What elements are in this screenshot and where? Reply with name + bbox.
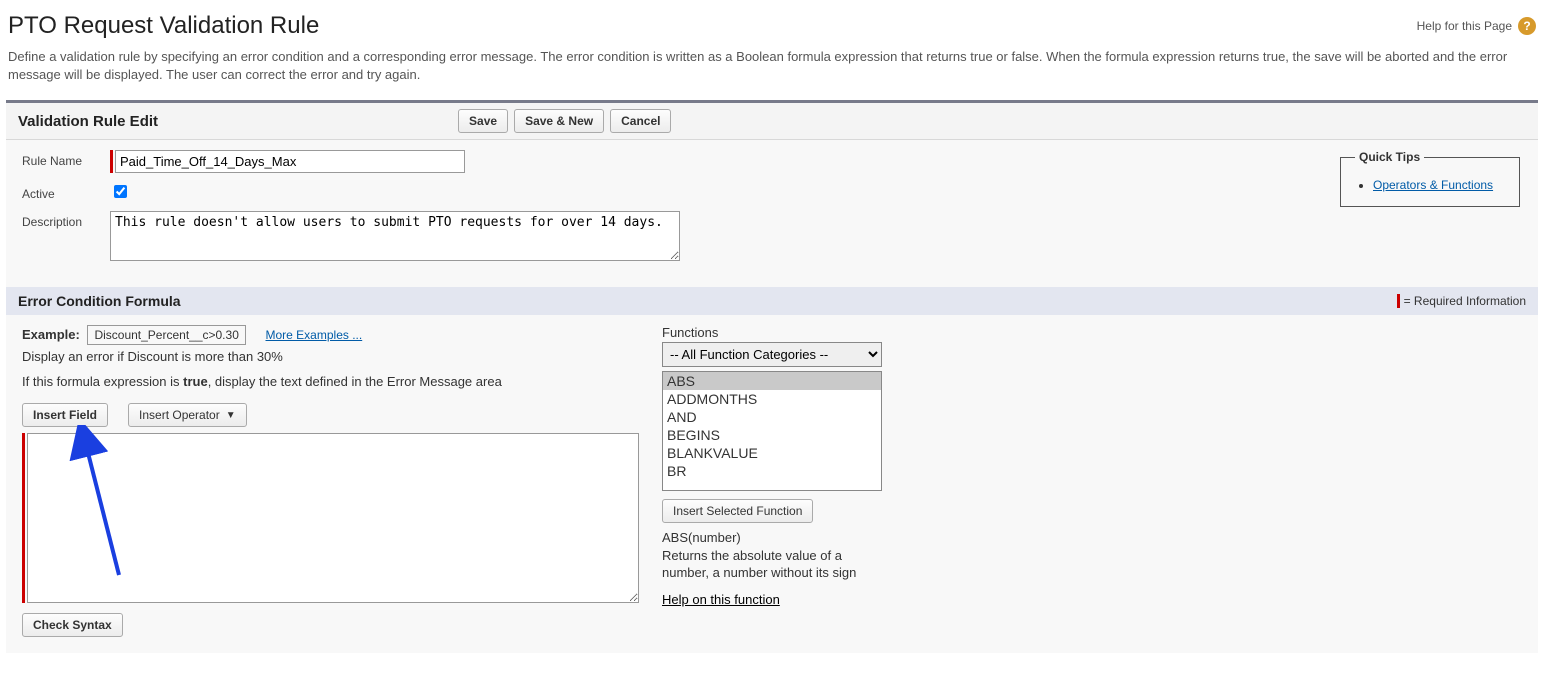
description-label: Description (22, 211, 110, 229)
check-syntax-button[interactable]: Check Syntax (22, 613, 123, 637)
cancel-button[interactable]: Cancel (610, 109, 671, 133)
function-listbox[interactable]: ABS ADDMONTHS AND BEGINS BLANKVALUE BR (662, 371, 882, 491)
help-for-page-link[interactable]: Help for this Page ? (1417, 17, 1536, 35)
required-indicator (110, 150, 113, 173)
formula-textarea[interactable] (27, 433, 639, 603)
description-textarea[interactable]: This rule doesn't allow users to submit … (110, 211, 680, 261)
help-for-page-label: Help for this Page (1417, 19, 1512, 33)
function-item-abs[interactable]: ABS (663, 372, 881, 390)
example-label: Example: (22, 327, 80, 342)
save-button[interactable]: Save (458, 109, 508, 133)
required-information-text: = Required Information (1404, 294, 1526, 308)
rule-name-input[interactable] (115, 150, 465, 173)
formula-section-title: Error Condition Formula (18, 293, 181, 309)
function-signature: ABS(number) (662, 529, 872, 547)
active-checkbox[interactable] (114, 185, 127, 198)
required-indicator (22, 433, 25, 603)
expression-help-post: , display the text defined in the Error … (208, 374, 502, 389)
quick-tips-title: Quick Tips (1355, 150, 1424, 164)
active-label: Active (22, 183, 110, 201)
chevron-down-icon: ▼ (226, 410, 236, 421)
function-item-and[interactable]: AND (663, 408, 881, 426)
intro-text: Define a validation rule by specifying a… (0, 44, 1544, 100)
save-and-new-button[interactable]: Save & New (514, 109, 604, 133)
function-item-br[interactable]: BR (663, 462, 881, 480)
required-information-legend: = Required Information (1397, 294, 1526, 308)
expression-help-pre: If this formula expression is (22, 374, 183, 389)
edit-section-title: Validation Rule Edit (18, 113, 158, 130)
help-icon: ? (1518, 17, 1536, 35)
more-examples-link[interactable]: More Examples ... (266, 328, 363, 342)
expression-help-bold: true (183, 374, 208, 389)
function-item-begins[interactable]: BEGINS (663, 426, 881, 444)
required-mark-icon (1397, 294, 1400, 308)
insert-selected-function-button[interactable]: Insert Selected Function (662, 499, 813, 523)
function-description: Returns the absolute value of a number, … (662, 547, 872, 582)
insert-operator-dropdown[interactable]: Insert Operator ▼ (128, 403, 247, 427)
function-item-addmonths[interactable]: ADDMONTHS (663, 390, 881, 408)
help-on-function-link[interactable]: Help on this function (662, 592, 780, 607)
function-item-blankvalue[interactable]: BLANKVALUE (663, 444, 881, 462)
function-category-select[interactable]: -- All Function Categories -- (662, 342, 882, 367)
insert-operator-label: Insert Operator (139, 408, 220, 422)
rule-name-label: Rule Name (22, 150, 110, 168)
quick-tips-box: Quick Tips Operators & Functions (1340, 150, 1520, 207)
operators-functions-link[interactable]: Operators & Functions (1373, 178, 1493, 192)
example-code: Discount_Percent__c>0.30 (87, 325, 245, 345)
example-hint: Display an error if Discount is more tha… (22, 349, 642, 364)
functions-label: Functions (662, 325, 932, 340)
page-title: PTO Request Validation Rule (8, 12, 319, 40)
insert-field-button[interactable]: Insert Field (22, 403, 108, 427)
expression-help: If this formula expression is true, disp… (22, 374, 642, 389)
